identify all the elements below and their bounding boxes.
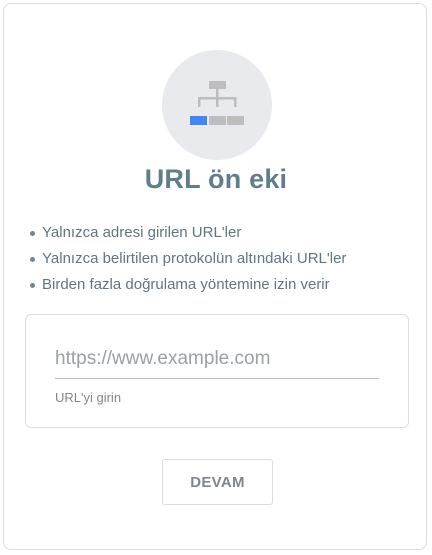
feature-item: Yalnızca belirtilen protokolün altındaki…	[28, 246, 346, 272]
bullet-icon	[30, 231, 35, 236]
url-input-container: URL'yi girin	[25, 314, 409, 428]
feature-item: Yalnızca adresi girilen URL'ler	[28, 220, 346, 246]
url-input[interactable]	[55, 345, 379, 379]
bullet-icon	[30, 283, 35, 288]
bullet-icon	[30, 257, 35, 262]
continue-button[interactable]: DEVAM	[162, 459, 273, 505]
feature-text: Yalnızca belirtilen protokolün altındaki…	[42, 250, 347, 267]
sitemap-icon	[190, 81, 244, 125]
hero-circle	[162, 50, 272, 160]
property-type-card[interactable]: URL ön eki Yalnızca adresi girilen URL'l…	[3, 3, 427, 550]
feature-text: Yalnızca adresi girilen URL'ler	[42, 224, 242, 241]
feature-item: Birden fazla doğrulama yöntemine izin ve…	[28, 272, 346, 298]
feature-list: Yalnızca adresi girilen URL'ler Yalnızca…	[28, 220, 346, 298]
feature-text: Birden fazla doğrulama yöntemine izin ve…	[42, 276, 330, 293]
url-helper-text: URL'yi girin	[55, 390, 122, 405]
dialog-title: URL ön eki	[144, 164, 288, 194]
